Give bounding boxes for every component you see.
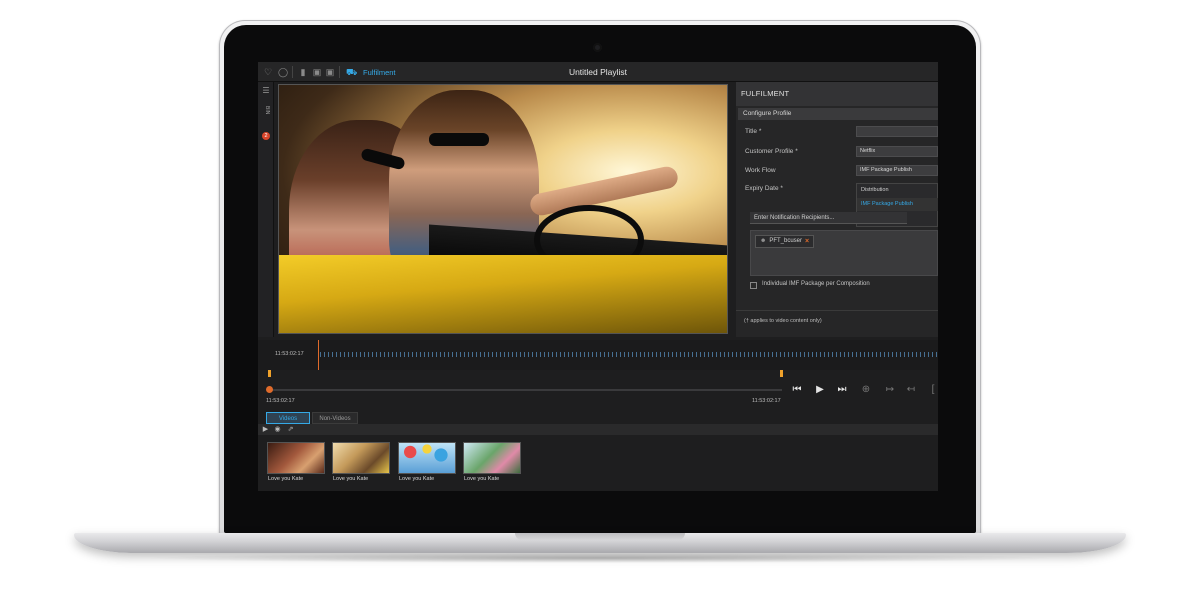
bracket-icon[interactable]: [: [926, 384, 938, 396]
customer-profile-label: Customer Profile *: [745, 148, 798, 155]
tab-non-videos[interactable]: Non-Videos: [312, 412, 358, 424]
timecode-end: 11:53:02:17: [752, 398, 781, 404]
media-thumbnail: [398, 442, 456, 474]
video-car-body: [279, 255, 727, 333]
media-thumbnail: [267, 442, 325, 474]
imf-per-composition-label: Individual IMF Package per Composition: [762, 281, 870, 287]
media-item[interactable]: Love you Kate: [463, 442, 521, 486]
customer-profile-select[interactable]: Netflix: [856, 146, 938, 157]
laptop-notch: [515, 533, 685, 540]
media-item[interactable]: Love you Kate: [398, 442, 456, 486]
workflow-option-imf[interactable]: IMF Package Publish: [857, 198, 938, 211]
playlist-title: Untitled Playlist: [568, 67, 628, 77]
mark-out-icon[interactable]: ↤: [904, 384, 918, 396]
notification-badge: 2: [262, 132, 270, 140]
timeline-track[interactable]: 11:53:02:17: [258, 340, 938, 370]
media-caption: Love you Kate: [399, 476, 435, 482]
top-bar: ♡ ◯ ▮ ▣ ▣ ⛟ Fulfilment Untitled Playlist: [258, 62, 938, 82]
title-label: Title *: [745, 128, 762, 135]
out-point-marker[interactable]: [780, 370, 783, 377]
expiry-date-label: Expiry Date *: [745, 185, 783, 192]
skip-forward-icon[interactable]: ⏭: [835, 384, 849, 396]
timeline-ticks: [320, 352, 938, 357]
fulfilment-panel: FULFILMENT Configure Profile Title * Cus…: [736, 82, 938, 337]
laptop-shadow: [140, 553, 1060, 563]
app-screen: ♡ ◯ ▮ ▣ ▣ ⛟ Fulfilment Untitled Playlist…: [258, 62, 938, 491]
user-icon: ☻: [760, 238, 767, 244]
media-item[interactable]: Love you Kate: [267, 442, 325, 486]
remove-recipient-icon[interactable]: ×: [805, 236, 809, 247]
tab-videos[interactable]: Videos: [266, 412, 310, 424]
play-icon[interactable]: ▶: [813, 384, 827, 396]
imf-per-composition-checkbox[interactable]: [750, 282, 757, 289]
configure-profile-section[interactable]: Configure Profile: [738, 108, 938, 120]
recipient-chip-label: PFT_bcuser: [769, 238, 803, 244]
video-player[interactable]: [278, 84, 728, 334]
timecode-start: 11:53:02:17: [266, 398, 295, 404]
in-point-marker[interactable]: [268, 370, 271, 377]
recipient-chip: ☻ PFT_bcuser ×: [755, 235, 815, 248]
camera-icon[interactable]: ◉: [273, 425, 282, 434]
video-sunglasses: [429, 133, 489, 146]
panel-header: FULFILMENT: [736, 82, 938, 106]
play-small-icon[interactable]: ▶: [261, 425, 270, 434]
recipients-input[interactable]: Enter Notification Recipients...: [750, 212, 907, 224]
timeline-playhead[interactable]: [318, 340, 319, 370]
media-caption: Love you Kate: [464, 476, 500, 482]
laptop-mockup: ♡ ◯ ▮ ▣ ▣ ⛟ Fulfilment Untitled Playlist…: [0, 0, 1200, 589]
media-thumbnail: [463, 442, 521, 474]
scrub-handle[interactable]: [266, 386, 273, 393]
media-caption: Love you Kate: [268, 476, 304, 482]
webcam: [593, 43, 602, 52]
media-item[interactable]: Love you Kate: [332, 442, 390, 486]
scrub-bar[interactable]: [270, 389, 782, 391]
work-flow-select[interactable]: IMF Package Publish: [856, 165, 938, 176]
timecode-current: 11:53:02:17: [275, 351, 304, 357]
panel-divider: [736, 310, 938, 311]
bin-icon[interactable]: BIN: [261, 100, 271, 120]
work-flow-label: Work Flow: [745, 167, 776, 174]
media-caption: Love you Kate: [333, 476, 369, 482]
recipients-box: ☻ PFT_bcuser ×: [750, 230, 938, 276]
loop-icon[interactable]: ⊕: [859, 384, 873, 396]
workflow-option-distribution[interactable]: Distribution: [857, 184, 938, 197]
title-field[interactable]: [856, 126, 938, 137]
menu-icon[interactable]: ☰: [261, 87, 271, 95]
media-thumbnail: [332, 442, 390, 474]
mark-in-icon[interactable]: ↦: [883, 384, 897, 396]
left-rail: ☰ BIN 2: [258, 82, 274, 337]
export-icon[interactable]: ⇗: [286, 425, 295, 434]
skip-back-icon[interactable]: ⏮: [790, 384, 804, 396]
footnote: († applies to video content only): [744, 318, 822, 324]
media-toolbar: ▶ ◉ ⇗: [258, 424, 938, 435]
